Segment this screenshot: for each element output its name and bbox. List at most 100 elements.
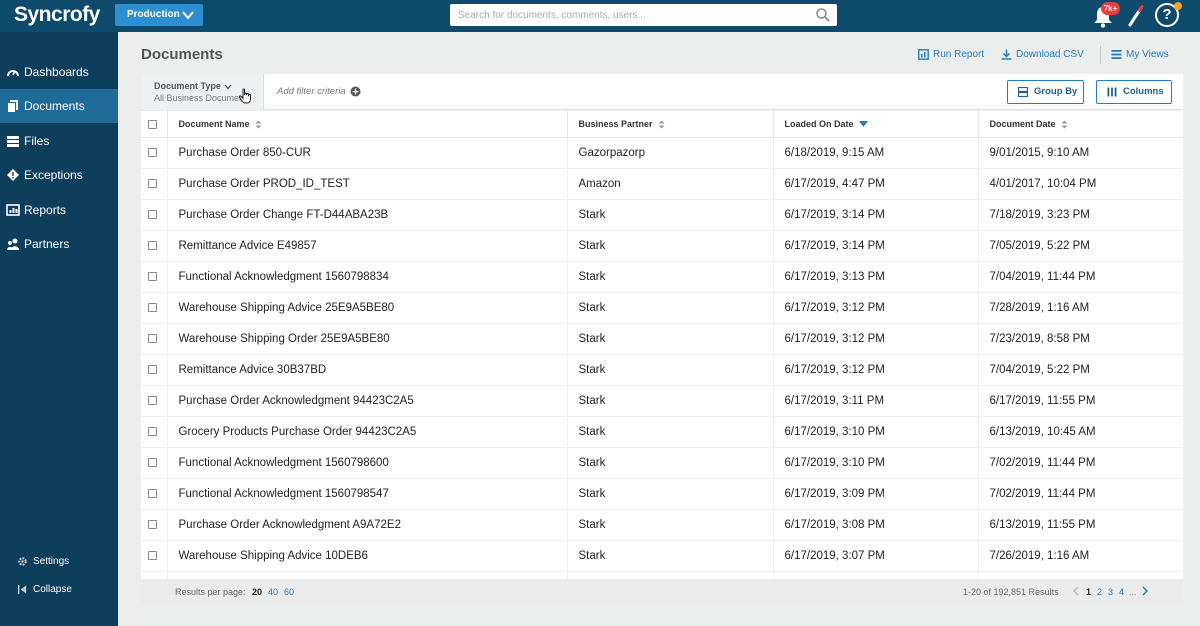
document-name-cell[interactable]: Functional Acknowledgment 1560798834 — [167, 261, 568, 293]
row-checkbox[interactable] — [148, 271, 157, 281]
search-input[interactable] — [450, 4, 800, 26]
column-header-document-name[interactable]: Document Name — [167, 111, 568, 138]
table-row[interactable]: Grocery Products Purchase Order 94423C2A… — [141, 416, 1183, 448]
column-header-business-partner[interactable]: Business Partner — [567, 111, 774, 138]
loaded-on-date-cell: 6/17/2019, 3:13 PM — [773, 261, 979, 293]
group-by-button[interactable]: Group By — [1007, 80, 1084, 104]
row-checkbox[interactable] — [148, 519, 157, 529]
settings-link[interactable]: Settings — [0, 552, 118, 572]
document-date-cell: 9/01/2015, 9:10 AM — [978, 137, 1183, 169]
sidebar-item-partners[interactable]: Partners — [0, 227, 118, 261]
row-checkbox[interactable] — [148, 550, 157, 560]
table-row[interactable]: Purchase Order Change FT-D44ABA23B Stark 6… — [141, 199, 1183, 231]
document-name-cell[interactable]: Purchase Order Acknowledgment 94423C2A5 — [167, 385, 568, 417]
row-checkbox[interactable] — [148, 178, 157, 188]
group-icon — [1018, 87, 1028, 97]
column-header-label: Document Date — [989, 118, 1056, 129]
table-row[interactable]: Functional Acknowledgment 1560798547 Star… — [141, 478, 1183, 510]
page-3-link[interactable]: 3 — [1108, 587, 1113, 597]
row-checkbox[interactable] — [148, 364, 157, 374]
exceptions-icon — [7, 169, 19, 181]
row-select-cell — [141, 168, 168, 200]
plus-circle-icon — [350, 86, 361, 97]
document-name-cell[interactable]: Warehouse Shipping Order 25E9A5BE80 — [167, 323, 568, 355]
column-header-label: Document Name — [178, 118, 250, 129]
syncrofy-logo[interactable]: Syncrofy — [14, 3, 100, 27]
document-name-cell[interactable]: Purchase Order 850-CUR — [167, 137, 568, 169]
row-checkbox[interactable] — [148, 209, 157, 219]
row-checkbox[interactable] — [148, 147, 157, 157]
row-checkbox[interactable] — [148, 333, 157, 343]
document-type-filter[interactable]: Document Type All Business Documents — [141, 74, 264, 110]
hand-cursor-icon — [238, 88, 251, 104]
page-4-link[interactable]: 4 — [1119, 587, 1124, 597]
per-page-option-60[interactable]: 60 — [284, 587, 294, 597]
row-checkbox[interactable] — [148, 240, 157, 250]
sidebar-item-documents[interactable]: Documents — [0, 89, 118, 123]
table-row[interactable]: Warehouse Shipping Advice 25E9A5BE80 Star… — [141, 292, 1183, 324]
document-name-cell[interactable]: Functional Acknowledgment 1560798600 — [167, 447, 568, 479]
settings-label: Settings — [33, 556, 70, 567]
pagination-ellipsis: ... — [1129, 587, 1137, 597]
chevron-right-icon[interactable] — [1141, 586, 1149, 596]
document-name-cell[interactable]: Warehouse Shipping Advice 10DEB6 — [167, 540, 568, 572]
column-header-loaded-on-date[interactable]: Loaded On Date — [773, 111, 979, 138]
add-filter-button[interactable]: Add filter criteria — [277, 86, 361, 97]
document-name-cell[interactable]: Purchase Order Change FT-D44ABA23B — [167, 199, 568, 231]
table-row[interactable]: Remittance Advice E49857 Stark 6/17/2019, … — [141, 230, 1183, 262]
table-row[interactable] — [141, 571, 1183, 579]
document-name-cell[interactable]: Remittance Advice 30B37BD — [167, 354, 568, 386]
group-by-label: Group By — [1034, 86, 1078, 97]
environment-dropdown[interactable]: Production — [115, 4, 203, 26]
loaded-on-date-cell: 6/17/2019, 3:07 PM — [773, 540, 979, 572]
document-name-cell[interactable]: Warehouse Shipping Advice 25E9A5BE80 — [167, 292, 568, 324]
row-checkbox[interactable] — [148, 426, 157, 436]
sidebar-item-files[interactable]: Files — [0, 124, 118, 158]
document-date-cell — [978, 571, 1183, 579]
select-all-checkbox[interactable] — [148, 119, 157, 129]
row-checkbox[interactable] — [148, 395, 157, 405]
column-header-document-date[interactable]: Document Date — [978, 111, 1183, 138]
search-icon[interactable] — [815, 7, 831, 23]
table-row[interactable]: Purchase Order Acknowledgment 94423C2A5 S… — [141, 385, 1183, 417]
business-partner-cell: Stark — [567, 354, 774, 386]
sidebar-item-exceptions[interactable]: Exceptions — [0, 158, 118, 192]
document-name-cell[interactable]: Functional Acknowledgment 1560798547 — [167, 478, 568, 510]
table-row[interactable]: Warehouse Shipping Advice 10DEB6 Stark 6/1… — [141, 540, 1183, 572]
business-partner-cell: Amazon — [567, 168, 774, 200]
table-row[interactable]: Purchase Order PROD_ID_TEST Amazon 6/17/20… — [141, 168, 1183, 200]
table-row[interactable]: Purchase Order Acknowledgment A9A72E2 Sta… — [141, 509, 1183, 541]
collapse-label: Collapse — [33, 584, 72, 595]
documents-table: Document Name Business Partner Loaded On… — [141, 111, 1183, 579]
row-checkbox[interactable] — [148, 302, 157, 312]
document-name-cell[interactable] — [167, 571, 568, 579]
page-2-link[interactable]: 2 — [1097, 587, 1102, 597]
loaded-on-date-cell: 6/17/2019, 3:08 PM — [773, 509, 979, 541]
per-page-option-40[interactable]: 40 — [268, 587, 278, 597]
table-row[interactable]: Remittance Advice 30B37BD Stark 6/17/2019,… — [141, 354, 1183, 386]
table-row[interactable]: Functional Acknowledgment 1560798834 Star… — [141, 261, 1183, 293]
document-name-cell[interactable]: Grocery Products Purchase Order 94423C2A… — [167, 416, 568, 448]
collapse-icon — [17, 584, 27, 595]
table-row[interactable]: Purchase Order 850-CUR Gazorpazorp 6/18/20… — [141, 137, 1183, 169]
table-row[interactable]: Warehouse Shipping Order 25E9A5BE80 Stark… — [141, 323, 1183, 355]
per-page-option-20[interactable]: 20 — [252, 587, 262, 597]
chevron-down-icon — [182, 11, 194, 20]
document-name-cell[interactable]: Purchase Order PROD_ID_TEST — [167, 168, 568, 200]
row-checkbox[interactable] — [148, 457, 157, 467]
document-name-cell[interactable]: Purchase Order Acknowledgment A9A72E2 — [167, 509, 568, 541]
document-type-value: All Business Documents — [154, 93, 252, 103]
chevron-left-icon[interactable] — [1072, 586, 1080, 596]
sidebar-item-reports[interactable]: Reports — [0, 193, 118, 227]
sidebar-item-dashboards[interactable]: Dashboards — [0, 55, 118, 89]
row-checkbox[interactable] — [148, 488, 157, 498]
columns-button[interactable]: Columns — [1096, 80, 1172, 104]
sort-icon — [255, 120, 262, 129]
sidebar-item-label: Files — [24, 134, 50, 148]
page-1-link[interactable]: 1 — [1086, 587, 1091, 597]
table-row[interactable]: Functional Acknowledgment 1560798600 Star… — [141, 447, 1183, 479]
pen-icon[interactable] — [1126, 3, 1146, 29]
collapse-link[interactable]: Collapse — [0, 580, 118, 600]
document-name-cell[interactable]: Remittance Advice E49857 — [167, 230, 568, 262]
reports-icon — [6, 204, 20, 216]
